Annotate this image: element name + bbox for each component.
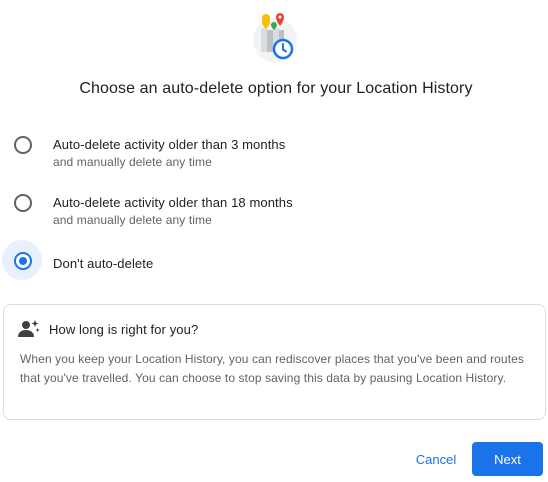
radio-3-months[interactable] [14, 136, 32, 154]
radio-dont-auto-delete[interactable] [14, 252, 32, 270]
option-dont-auto-delete[interactable]: Don't auto-delete [0, 240, 548, 284]
cancel-button[interactable]: Cancel [406, 441, 466, 477]
option-sublabel: and manually delete any time [53, 213, 212, 227]
info-card: How long is right for you? When you keep… [3, 304, 546, 420]
info-card-body: When you keep your Location History, you… [20, 352, 525, 385]
option-sublabel: and manually delete any time [53, 155, 212, 169]
radio-3-months-wrap[interactable] [2, 124, 42, 164]
location-history-clock-icon [249, 12, 301, 64]
option-label: Auto-delete activity older than 3 months [53, 137, 286, 152]
option-3-months[interactable]: Auto-delete activity older than 3 months… [0, 124, 548, 169]
dialog-title: Choose an auto-delete option for your Lo… [79, 80, 473, 97]
option-label: Don't auto-delete [53, 256, 154, 271]
radio-dont-auto-delete-wrap[interactable] [2, 240, 42, 280]
radio-18-months-wrap[interactable] [2, 182, 42, 222]
person-sparkle-icon [18, 319, 40, 339]
radio-18-months[interactable] [14, 194, 32, 212]
next-button[interactable]: Next [472, 442, 543, 476]
info-card-title: How long is right for you? [49, 322, 199, 337]
option-18-months[interactable]: Auto-delete activity older than 18 month… [0, 182, 548, 227]
option-label: Auto-delete activity older than 18 month… [53, 195, 293, 210]
